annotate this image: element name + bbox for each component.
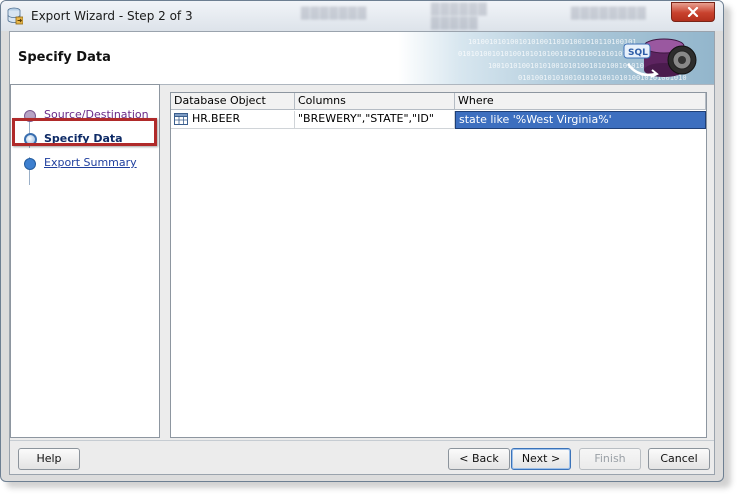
grid-header: Database Object Columns Where	[171, 93, 706, 111]
close-button[interactable]	[671, 2, 715, 22]
background-blur: ███████ ██████ █████ ████████	[301, 3, 647, 30]
column-header-columns[interactable]: Columns	[295, 93, 455, 110]
export-wizard-window: ███████ ██████ █████ ████████ Export Wiz…	[0, 0, 724, 482]
column-header-where[interactable]: Where	[455, 93, 706, 110]
table-row[interactable]: HR.BEER "BREWERY","STATE","ID" state lik…	[171, 111, 706, 129]
help-button[interactable]: Help	[18, 448, 80, 470]
title-bar[interactable]: ███████ ██████ █████ ████████ Export Wiz…	[1, 1, 723, 31]
cell-database-object[interactable]: HR.BEER	[171, 111, 295, 129]
sql-database-icon: SQL	[623, 38, 697, 78]
database-object-name: HR.BEER	[192, 112, 241, 125]
close-icon	[687, 7, 699, 17]
step-label[interactable]: Export Summary	[44, 156, 137, 169]
step-export-summary[interactable]: Export Summary	[11, 153, 159, 173]
wizard-body: Specify Data 101001010100101010011010100…	[9, 31, 715, 475]
data-grid-panel: Database Object Columns Where HR.BEER "B…	[170, 92, 707, 438]
cell-where[interactable]: state like '%West Virginia%'	[455, 111, 706, 129]
step-pending-dot-icon	[24, 158, 36, 170]
cell-columns[interactable]: "BREWERY","STATE","ID"	[295, 111, 455, 129]
next-button[interactable]: Next >	[511, 448, 571, 470]
page-title: Specify Data	[18, 50, 111, 65]
window-title: Export Wizard - Step 2 of 3	[31, 9, 193, 23]
footer-divider	[10, 440, 714, 441]
cancel-button[interactable]: Cancel	[648, 448, 710, 470]
finish-button: Finish	[579, 448, 641, 470]
back-button[interactable]: < Back	[448, 448, 510, 470]
sql-label: SQL	[628, 48, 648, 58]
highlight-annotation	[12, 118, 157, 146]
banner-graphic: 1010010101001010100110101001010110100101…	[398, 32, 714, 84]
table-icon	[174, 113, 188, 125]
database-export-icon	[7, 7, 23, 25]
header-banner: Specify Data 101001010100101010011010100…	[10, 32, 714, 85]
column-header-database-object[interactable]: Database Object	[171, 93, 295, 110]
